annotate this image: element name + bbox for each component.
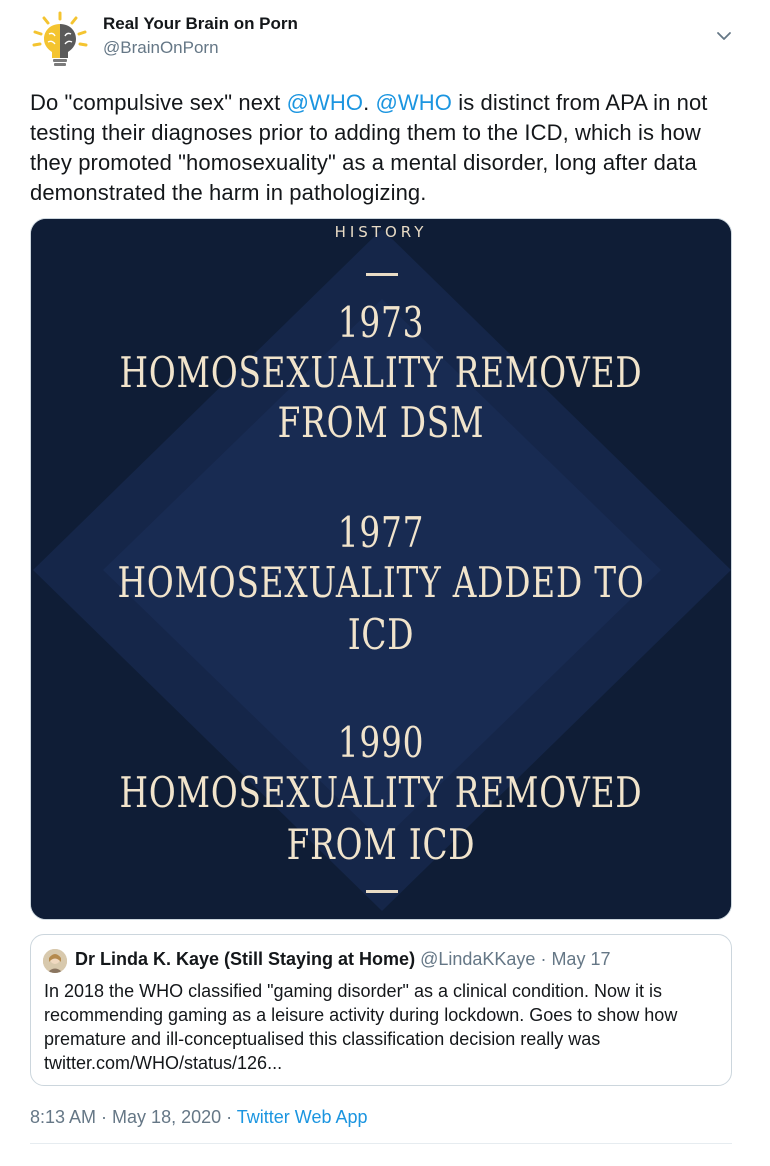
meta-separator: · [96, 1107, 113, 1127]
quoted-author-handle: @LindaKKaye [420, 949, 536, 969]
quoted-header: Dr Linda K. Kaye (Still Staying at Home)… [75, 949, 610, 970]
chevron-down-icon [717, 32, 731, 40]
tweet-date[interactable]: May 18, 2020 [112, 1107, 221, 1127]
tweet-time[interactable]: 8:13 AM [30, 1107, 96, 1127]
image-divider [366, 273, 398, 276]
brain-lightbulb-icon [32, 11, 88, 66]
author-handle[interactable]: @BrainOnPorn [103, 38, 219, 58]
quoted-text: In 2018 the WHO classified "gaming disor… [44, 981, 678, 1073]
tweet-source-link[interactable]: Twitter Web App [237, 1107, 368, 1127]
author-display-name[interactable]: Real Your Brain on Porn [103, 14, 298, 34]
quoted-author-name: Dr Linda K. Kaye (Still Staying at Home) [75, 949, 416, 969]
quoted-date: May 17 [551, 949, 611, 969]
tweet-menu-button[interactable] [712, 24, 736, 48]
divider [30, 1143, 732, 1144]
mention-link[interactable]: @WHO [287, 90, 364, 115]
person-avatar-icon [43, 949, 67, 973]
author-avatar[interactable] [30, 10, 90, 70]
event-year: 1977 [337, 508, 425, 557]
event-line: HOMOSEXUALITY REMOVED [119, 768, 643, 817]
event-line: FROM ICD [286, 820, 476, 869]
tweet-text: Do "compulsive sex" next @WHO. @WHO is d… [30, 88, 740, 208]
tweet-image[interactable]: HISTORY 1973 HOMOSEXUALITY REMOVED FROM … [30, 218, 732, 920]
event-line: HOMOSEXUALITY ADDED TO [117, 558, 645, 607]
image-divider [366, 890, 398, 893]
event-year: 1990 [337, 718, 425, 767]
quoted-tweet[interactable]: Dr Linda K. Kaye (Still Staying at Home)… [30, 934, 732, 1086]
mention-link[interactable]: @WHO [376, 90, 453, 115]
image-heading: HISTORY [334, 223, 428, 241]
event-year: 1973 [337, 298, 425, 347]
event-line: ICD [347, 610, 415, 659]
tweet-text-part: . [363, 90, 376, 115]
event-line: FROM DSM [277, 398, 485, 447]
tweet: Real Your Brain on Porn @BrainOnPorn Do … [0, 0, 770, 1166]
tweet-text-part: Do "compulsive sex" next [30, 90, 287, 115]
event-line: HOMOSEXUALITY REMOVED [119, 348, 643, 397]
tweet-meta: 8:13 AM · May 18, 2020 · Twitter Web App [30, 1107, 368, 1128]
meta-separator: · [221, 1107, 237, 1127]
quoted-author-avatar [43, 949, 67, 973]
quoted-separator: · [535, 949, 552, 969]
